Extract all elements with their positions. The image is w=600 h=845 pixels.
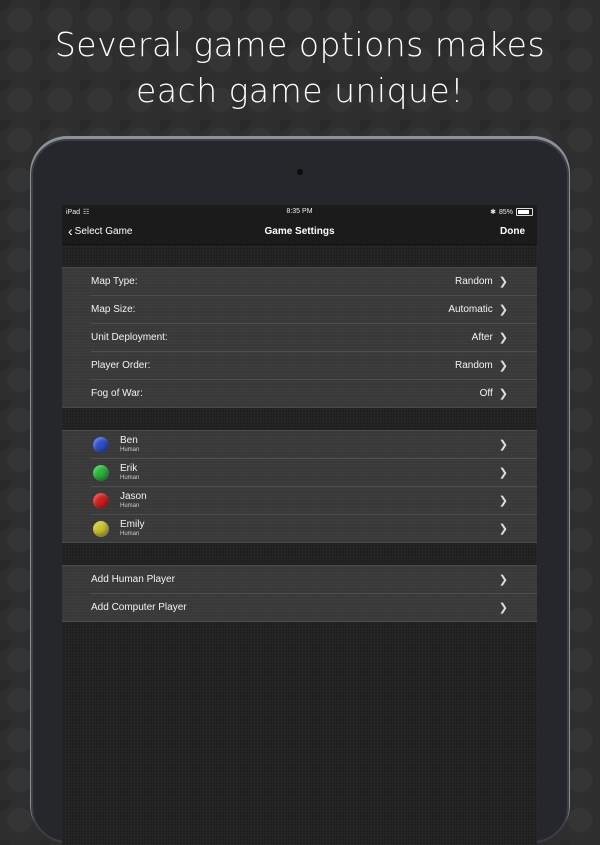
done-button[interactable]: Done: [500, 226, 525, 237]
player-type: Human: [120, 474, 140, 481]
add-computer-player-button[interactable]: Add Computer Player ❯: [91, 594, 537, 621]
player-info: Erik Human: [120, 462, 499, 482]
player-info: Jason Human: [120, 490, 499, 510]
action-label: Add Computer Player: [91, 602, 187, 613]
player-row-erik[interactable]: Erik Human ❯: [91, 459, 537, 487]
status-bar: iPad ☷ 8:35 PM ✱ 85%: [62, 205, 537, 220]
player-info: Ben Human: [120, 434, 499, 454]
headline-line-1: Several game options makes: [54, 25, 546, 64]
chevron-right-icon: ❯: [498, 574, 508, 586]
setting-value: Off: [479, 388, 493, 399]
chevron-right-icon: ❯: [498, 332, 508, 344]
setting-label: Map Type:: [91, 276, 138, 287]
player-name: Erik: [120, 462, 138, 474]
player-color-ball: [93, 520, 109, 537]
add-player-group: Add Human Player ❯ Add Computer Player ❯: [62, 565, 537, 622]
chevron-right-icon: ❯: [498, 602, 508, 614]
status-time: 8:35 PM: [286, 208, 313, 215]
battery-level: [518, 210, 530, 214]
chevron-right-icon: ❯: [498, 276, 508, 288]
headline-line-2: each game unique!: [136, 71, 464, 110]
player-color-ball: [93, 464, 109, 481]
ipad-device-frame: iPad ☷ 8:35 PM ✱ 85% ‹ Select Game Game S…: [33, 141, 567, 845]
player-type: Human: [120, 446, 140, 453]
setting-value: Random: [454, 276, 493, 287]
setting-row-map-size[interactable]: Map Size: Automatic ❯: [91, 296, 537, 324]
player-row-ben[interactable]: Ben Human ❯: [91, 431, 537, 459]
setting-label: Unit Deployment:: [91, 332, 168, 343]
player-name: Jason: [120, 490, 147, 502]
player-info: Emily Human: [120, 518, 499, 538]
player-name: Emily: [120, 518, 145, 530]
setting-label: Map Size:: [91, 304, 136, 315]
chevron-right-icon: ❯: [498, 360, 508, 372]
player-row-emily[interactable]: Emily Human ❯: [91, 515, 537, 542]
setting-label: Player Order:: [91, 360, 151, 371]
players-group: Ben Human ❯ Erik Human ❯ Jason Human ❯ E…: [62, 430, 537, 543]
chevron-right-icon: ❯: [498, 388, 508, 400]
status-right: ✱ 85%: [490, 208, 533, 216]
game-options-group: Map Type: Random ❯ Map Size: Automatic ❯…: [62, 267, 537, 408]
setting-row-unit-deployment[interactable]: Unit Deployment: After ❯: [91, 324, 537, 352]
player-color-ball: [93, 492, 109, 509]
setting-row-fog-of-war[interactable]: Fog of War: Off ❯: [91, 380, 537, 407]
chevron-right-icon: ❯: [498, 439, 508, 451]
battery-icon: [516, 208, 533, 216]
battery-percent: 85%: [498, 208, 513, 216]
setting-label: Fog of War:: [91, 388, 143, 399]
chevron-right-icon: ❯: [498, 467, 508, 479]
bluetooth-icon: ✱: [490, 209, 496, 216]
camera-dot: [297, 169, 303, 175]
setting-row-map-type[interactable]: Map Type: Random ❯: [91, 268, 537, 296]
player-row-jason[interactable]: Jason Human ❯: [91, 487, 537, 515]
setting-row-player-order[interactable]: Player Order: Random ❯: [91, 352, 537, 380]
player-color-ball: [93, 436, 109, 453]
player-name: Ben: [120, 434, 138, 446]
navigation-bar: ‹ Select Game Game Settings Done: [62, 220, 537, 245]
setting-value: After: [471, 332, 493, 343]
add-human-player-button[interactable]: Add Human Player ❯: [91, 566, 537, 594]
setting-value: Automatic: [448, 304, 493, 315]
setting-value: Random: [454, 360, 493, 371]
chevron-right-icon: ❯: [498, 523, 508, 535]
chevron-right-icon: ❯: [498, 304, 508, 316]
page-title: Game Settings: [264, 226, 335, 237]
player-type: Human: [120, 502, 140, 509]
app-screen: iPad ☷ 8:35 PM ✱ 85% ‹ Select Game Game S…: [62, 205, 537, 845]
promo-headline: Several game options makes each game uni…: [0, 22, 600, 114]
chevron-right-icon: ❯: [498, 495, 508, 507]
player-type: Human: [120, 530, 140, 537]
action-label: Add Human Player: [91, 574, 175, 585]
